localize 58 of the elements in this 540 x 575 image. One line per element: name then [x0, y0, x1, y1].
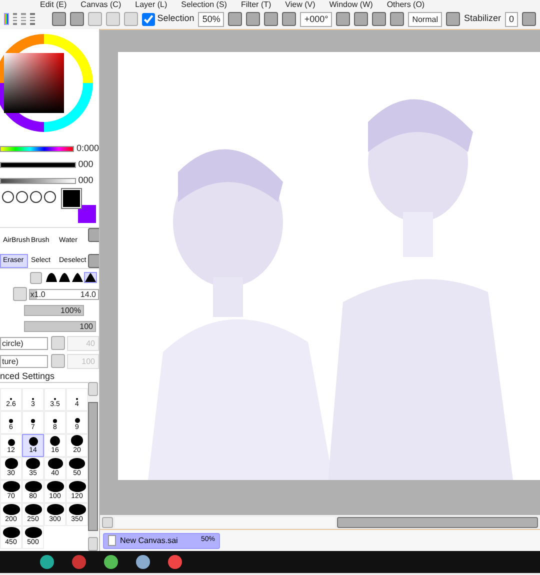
menu-button[interactable] [52, 12, 66, 26]
secondary-color-swatch[interactable] [78, 205, 96, 223]
menu-item[interactable]: Canvas (C) [80, 0, 122, 9]
app-icon[interactable] [168, 555, 182, 569]
color-scratchpad-tab[interactable] [30, 13, 35, 25]
color-sliders-tab[interactable] [12, 13, 18, 25]
zoom-out-button[interactable] [246, 12, 260, 26]
undo-button[interactable] [70, 12, 84, 26]
color-gradient-bar[interactable] [0, 146, 74, 152]
zoom-in-button[interactable] [264, 12, 278, 26]
color-gradient-bar[interactable] [0, 178, 76, 184]
color-value: 0:000 [76, 142, 99, 156]
scrollbar-thumb[interactable] [88, 402, 98, 531]
blend-mode-field[interactable]: Normal [408, 12, 442, 26]
dropdown-button[interactable] [336, 12, 350, 26]
menu-item[interactable]: Filter (T) [240, 0, 272, 9]
app-icon[interactable] [104, 555, 118, 569]
slider-bar[interactable]: 100 [24, 320, 96, 332]
selection-checkbox[interactable] [142, 12, 156, 26]
app-icon[interactable] [72, 555, 86, 569]
slider-bar[interactable]: 100% [24, 304, 84, 316]
color-gradient-bar[interactable] [0, 162, 76, 168]
app-icon[interactable] [136, 555, 150, 569]
color-value: 000 [78, 158, 94, 172]
flip-button[interactable] [446, 12, 460, 26]
brush-shape-button[interactable] [58, 272, 71, 283]
menu-item[interactable]: Selection (S) [181, 0, 227, 9]
size-slider[interactable]: x1.0 14.0 [29, 288, 99, 300]
rotate-left-button[interactable] [354, 12, 368, 26]
stabilizer-label: Stabilizer [464, 12, 501, 26]
selection-label: Selection [157, 12, 194, 26]
color-palette-tab[interactable] [21, 13, 26, 25]
menu-item[interactable]: Others (O) [386, 0, 425, 9]
brush-shape-button[interactable] [71, 272, 84, 283]
brush-shape-button[interactable] [84, 272, 97, 283]
menu-item[interactable]: View (V) [285, 0, 316, 9]
menu-item[interactable]: Edit (E) [40, 0, 67, 9]
size-multiplier: x1.0 [30, 290, 46, 298]
menu-item[interactable]: Window (W) [329, 0, 373, 9]
rotate-reset-button[interactable] [390, 12, 404, 26]
color-value: 000 [78, 174, 94, 188]
brush-shape-button[interactable] [45, 272, 58, 283]
scrollbar-thumb[interactable] [337, 516, 538, 528]
document-icon [108, 535, 116, 546]
advanced-settings-label: nced Settings [0, 370, 56, 382]
size-value: 14.0 [80, 290, 96, 298]
rotate-right-button[interactable] [372, 12, 386, 26]
menu-item[interactable]: Layer (L) [135, 0, 168, 9]
zoom-reset-button[interactable] [282, 12, 296, 26]
primary-color-swatch[interactable] [62, 189, 81, 208]
zoom-field[interactable]: 50% [198, 12, 224, 26]
rotation-field[interactable]: +000° [300, 12, 332, 26]
app-icon[interactable] [40, 555, 54, 569]
scroll-up-button[interactable] [88, 228, 99, 242]
stabilizer-field[interactable]: 0 [505, 12, 518, 26]
dropdown-button[interactable] [228, 12, 242, 26]
color-wheel-tab[interactable] [4, 13, 9, 25]
dropdown-button[interactable] [522, 12, 536, 26]
